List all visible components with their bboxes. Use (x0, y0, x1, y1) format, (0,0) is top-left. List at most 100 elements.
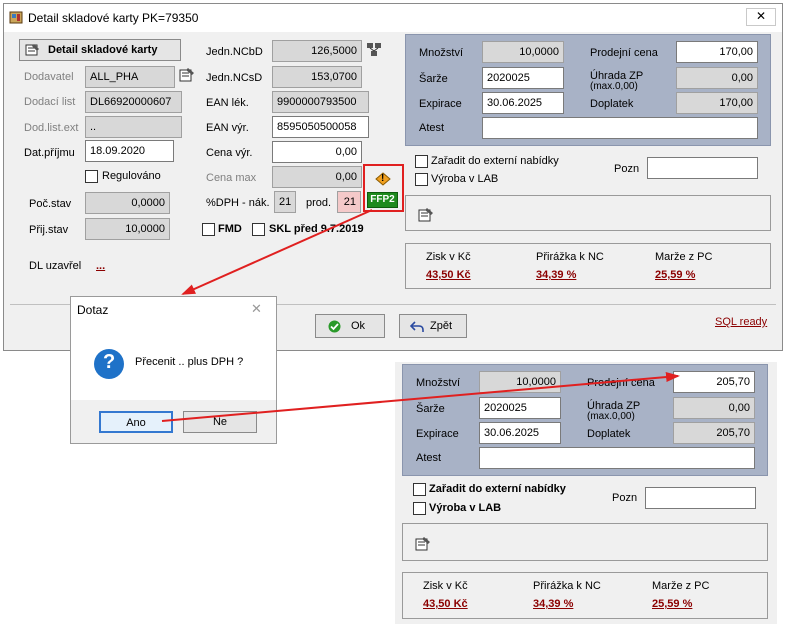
app-icon (9, 11, 23, 24)
result-prodejni-cena-field[interactable]: 205,70 (673, 371, 755, 393)
result-pozn-field[interactable] (645, 487, 756, 509)
dialog-close-icon[interactable]: ✕ (251, 301, 262, 317)
result-vyroba-label: Výroba v LAB (429, 502, 502, 514)
prodejni-cena-field[interactable]: 170,00 (676, 41, 758, 63)
result-zisk-label: Zisk v Kč (423, 580, 468, 592)
ean-lek-label: EAN lék. (206, 97, 249, 109)
result-sarze-field[interactable]: 2020025 (479, 397, 561, 419)
sarze-field[interactable]: 2020025 (482, 67, 564, 89)
result-doplatek-field: 205,70 (673, 422, 755, 444)
sql-ready-link[interactable]: SQL ready (715, 316, 767, 328)
jedn-ncbd-field: 126,5000 (272, 40, 362, 62)
prij-stav-label: Přij.stav (29, 224, 69, 236)
result-margin-box: Zisk v Kč 43,50 Kč Přirážka k NC 34,39 %… (402, 572, 768, 619)
doplatek-field: 170,00 (676, 92, 758, 114)
zaradit-checkbox[interactable] (415, 155, 428, 168)
result-price-panel: Množství 10,0000 Prodejní cena 205,70 Ša… (402, 364, 768, 476)
window-close-button[interactable]: ✕ (746, 8, 776, 26)
dod-list-ext-label: Dod.list.ext (24, 122, 79, 134)
cena-max-label: Cena max (206, 172, 257, 184)
sarze-label: Šarže (419, 73, 448, 85)
marze-label: Marže z PC (655, 251, 713, 263)
ean-vyr-field[interactable]: 8595050500058 (272, 116, 369, 138)
zaradit-label: Zařadit do externí nabídky (431, 155, 559, 167)
result-zisk-value[interactable]: 43,50 Kč (423, 598, 468, 610)
dat-prijmu-field[interactable]: 18.09.2020 (85, 140, 174, 162)
atest-label: Atest (419, 122, 445, 134)
jedn-ncsd-field: 153,0700 (272, 66, 362, 88)
result-expirace-field[interactable]: 30.06.2025 (479, 422, 561, 444)
ne-button[interactable]: Ne (183, 411, 257, 433)
result-prirazka-label: Přirážka k NC (533, 580, 601, 592)
ffp2-badge[interactable]: FFP2 (367, 192, 398, 208)
prodejni-cena-label: Prodejní cena (590, 47, 658, 59)
detail-karty-button[interactable]: Detail skladové karty (19, 39, 181, 61)
vyroba-label: Výroba v LAB (431, 173, 499, 185)
result-marze-label: Marže z PC (652, 580, 710, 592)
dialog-footer: Ano Ne (71, 400, 276, 443)
fmd-label: FMD (218, 223, 242, 235)
prirazka-value[interactable]: 34,39 % (536, 269, 576, 281)
dl-uzavrel-label: DL uzavřel (29, 260, 82, 272)
dat-prijmu-label: Dat.příjmu (24, 147, 75, 159)
dl-uzavrel-link[interactable]: ... (96, 260, 105, 272)
expirace-field[interactable]: 30.06.2025 (482, 92, 564, 114)
jedn-ncsd-label: Jedn.NCsD (206, 72, 263, 84)
regulovano-checkbox[interactable] (85, 170, 98, 183)
expirace-label: Expirace (419, 98, 462, 110)
regulovano-label: Regulováno (102, 170, 161, 182)
dph-label: %DPH - nák. (206, 197, 270, 209)
result-sarze-label: Šarže (416, 403, 445, 415)
edit-supplier-icon[interactable] (179, 67, 195, 83)
skl-label: SKL před 9.7.2019 (269, 223, 364, 235)
zisk-label: Zisk v Kč (426, 251, 471, 263)
dodavatel-label: Dodavatel (24, 71, 74, 83)
result-edit-note-icon[interactable] (415, 536, 431, 551)
title-bar: Detail skladové karty PK=79350 ✕ (4, 4, 782, 32)
dodavatel-field[interactable]: ALL_PHA (85, 66, 175, 88)
confirm-dialog: Dotaz ✕ ? Přecenit .. plus DPH ? Ano Ne (70, 296, 277, 444)
result-atest-label: Atest (416, 452, 442, 464)
ano-button[interactable]: Ano (99, 411, 173, 433)
result-expirace-label: Expirace (416, 428, 459, 440)
skl-checkbox[interactable] (252, 223, 265, 236)
dph-nak-field: 21 (274, 191, 296, 213)
ean-lek-field[interactable]: 9900000793500 (272, 91, 369, 113)
dialog-title: Dotaz (77, 303, 109, 317)
zpet-label: Zpět (429, 320, 452, 332)
pozn-field[interactable] (647, 157, 758, 179)
notes-box (405, 195, 771, 231)
result-doplatek-label: Doplatek (587, 428, 631, 440)
window-title: Detail skladové karty PK=79350 (28, 11, 199, 25)
ok-button[interactable]: Ok (315, 314, 385, 338)
result-uhrada-field: 0,00 (673, 397, 755, 419)
question-mark: ? (103, 351, 116, 373)
dod-list-ext-field[interactable]: .. (85, 116, 182, 138)
result-zaradit-checkbox[interactable] (413, 483, 426, 496)
cena-max-field: 0,00 (272, 166, 362, 188)
result-marze-value[interactable]: 25,59 % (652, 598, 692, 610)
zpet-button[interactable]: Zpět (399, 314, 467, 338)
card-icon (25, 44, 39, 56)
check-icon (328, 320, 341, 333)
atest-field[interactable] (482, 117, 758, 139)
margin-box: Zisk v Kč 43,50 Kč Přirážka k NC 34,39 %… (405, 243, 771, 289)
network-icon[interactable] (366, 42, 382, 58)
result-uhrada-sub-label: (max.0,00) (587, 411, 635, 422)
fmd-checkbox[interactable] (202, 223, 215, 236)
result-vyroba-checkbox[interactable] (413, 502, 426, 515)
result-prirazka-value[interactable]: 34,39 % (533, 598, 573, 610)
result-panel: Množství 10,0000 Prodejní cena 205,70 Ša… (395, 362, 777, 624)
zisk-value[interactable]: 43,50 Kč (426, 269, 471, 281)
jedn-ncbd-label: Jedn.NCbD (206, 46, 263, 58)
poc-stav-label: Poč.stav (29, 198, 72, 210)
result-pozn-label: Pozn (612, 492, 638, 504)
marze-value[interactable]: 25,59 % (655, 269, 695, 281)
cena-vyr-field[interactable]: 0,00 (272, 141, 362, 163)
result-atest-field[interactable] (479, 447, 755, 469)
vyroba-checkbox[interactable] (415, 173, 428, 186)
dodaci-list-field[interactable]: DL66920000607 (85, 91, 182, 113)
result-zaradit-label: Zařadit do externí nabídky (429, 483, 566, 495)
prirazka-label: Přirážka k NC (536, 251, 604, 263)
edit-note-icon[interactable] (418, 207, 434, 222)
